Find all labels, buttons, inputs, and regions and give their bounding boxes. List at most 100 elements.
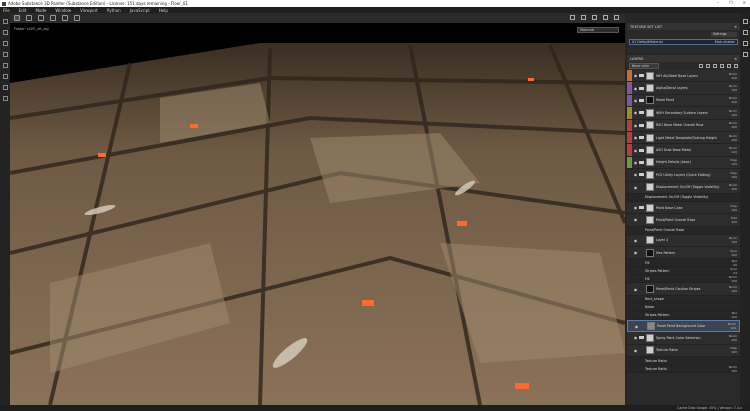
close-icon[interactable]: ✕: [734, 25, 737, 29]
eye-icon[interactable]: ◉: [632, 123, 639, 128]
paint-brush-icon[interactable]: [2, 19, 8, 24]
eye-icon[interactable]: ◉: [632, 148, 639, 153]
opacity-value[interactable]: 100: [726, 76, 737, 80]
history-icon[interactable]: [742, 52, 748, 57]
layer-row[interactable]: ◉ Texture Ratio Disp 100: [627, 344, 740, 358]
layer-row[interactable]: Fill Mul 20: [627, 259, 740, 268]
opacity-value[interactable]: 100: [726, 138, 737, 142]
close-icon[interactable]: ✕: [734, 57, 737, 61]
layer-row[interactable]: ◉ Panel Paint Norm 100: [627, 94, 740, 108]
screenshot-icon[interactable]: [614, 15, 619, 20]
layer-row[interactable]: ◉ RSO Base Metal Overall Rust Norm 100: [627, 119, 740, 132]
layer-row[interactable]: ◉ Hex Pattern Sum 100: [627, 247, 740, 260]
layer-row[interactable]: Texture Ratio: [627, 357, 740, 366]
eye-icon[interactable]: ◉: [632, 73, 639, 78]
eye-icon[interactable]: ◉: [632, 335, 639, 340]
bake-icon[interactable]: [2, 96, 8, 101]
menu-python[interactable]: Python: [107, 8, 121, 13]
opacity-value[interactable]: 100: [726, 113, 737, 117]
layer-row[interactable]: ◉ Height Details (base) Disp 100: [627, 156, 740, 170]
opacity-value[interactable]: 100: [726, 125, 737, 129]
opacity-value[interactable]: 100: [726, 187, 737, 191]
settings-icon[interactable]: [74, 15, 80, 21]
add-effect-icon[interactable]: [699, 64, 703, 68]
layer-row[interactable]: Paint/Paint Overall Base: [627, 226, 740, 235]
polygon-fill-icon[interactable]: [2, 52, 8, 57]
eye-icon[interactable]: ◉: [632, 86, 639, 91]
opacity-value[interactable]: 100: [726, 350, 737, 354]
layer-row[interactable]: ◉ Paint/Paint Overall Base Filte 100: [627, 214, 740, 227]
layer-row[interactable]: ◉ WSH Secondary Surface Layers Norm 100: [627, 107, 740, 120]
layer-row[interactable]: ◉ Layer 2 Norm 100: [627, 234, 740, 248]
opacity-value[interactable]: 100: [726, 279, 737, 283]
eye-icon[interactable]: ◉: [632, 110, 639, 115]
pause-icon[interactable]: [570, 15, 575, 20]
opacity-value[interactable]: 100: [726, 162, 737, 166]
delete-icon[interactable]: [734, 64, 738, 68]
projection-icon[interactable]: [2, 41, 8, 46]
layer-row[interactable]: Stripes Pattern Sum 24: [627, 267, 740, 276]
layer-row[interactable]: ◉ PCS Utility Layers (Quick Editing) Disp 1…: [627, 169, 740, 182]
add-mask-icon[interactable]: [706, 64, 710, 68]
add-folder-icon[interactable]: [727, 64, 731, 68]
eye-icon[interactable]: ◉: [633, 324, 640, 329]
menu-help[interactable]: Help: [159, 8, 168, 13]
opacity-value[interactable]: 100: [726, 240, 737, 244]
opacity-value[interactable]: 100: [726, 338, 737, 342]
layer-row[interactable]: Noise: [627, 303, 740, 312]
opacity-value[interactable]: 100: [726, 100, 737, 104]
align-icon[interactable]: [50, 15, 56, 21]
menu-window[interactable]: Window: [55, 8, 71, 13]
layer-row[interactable]: Texture Ratio Norm 100: [627, 365, 740, 374]
menu-file[interactable]: File: [3, 8, 10, 13]
layer-row[interactable]: ◉ Panel Paint Background Color Norm 100: [627, 319, 740, 333]
display-mode-select[interactable]: Material: [577, 27, 619, 33]
layer-row[interactable]: Rect_shape: [627, 295, 740, 304]
texture-set-icon[interactable]: [742, 19, 748, 24]
layer-row[interactable]: ◉ Panel/Paint Caution Stripes Norm 100: [627, 283, 740, 296]
layer-row[interactable]: ◉ Alpha/Decal Layers Norm 100: [627, 82, 740, 95]
layer-row[interactable]: ◉ Displacement On/Off (Toggle Visibility)…: [627, 181, 740, 194]
frame-icon[interactable]: [62, 15, 68, 21]
video-icon[interactable]: [603, 15, 608, 20]
settings-dropdown[interactable]: Settings: [711, 32, 737, 37]
smudge-icon[interactable]: [2, 63, 8, 68]
menu-edit[interactable]: Edit: [19, 8, 27, 13]
eye-icon[interactable]: ◉: [632, 135, 639, 140]
layer-row[interactable]: ◉ Light Metal Toneplate/Grating Height Nor…: [627, 131, 740, 145]
eye-icon[interactable]: ◉: [632, 238, 639, 243]
symmetry-icon[interactable]: [38, 15, 44, 21]
eye-icon[interactable]: ◉: [632, 348, 639, 353]
maximize-button[interactable]: ❐: [729, 0, 733, 5]
layer-row[interactable]: Fill Norm 100: [627, 275, 740, 284]
shelf-icon[interactable]: [742, 41, 748, 46]
opacity-value[interactable]: 100: [725, 326, 736, 330]
eye-icon[interactable]: ◉: [632, 98, 639, 103]
opacity-value[interactable]: 100: [726, 369, 737, 373]
layer-row[interactable]: Displacement On/Off (Toggle Visibility): [627, 193, 740, 202]
eraser-icon[interactable]: [2, 30, 8, 35]
add-fill-layer-icon[interactable]: [720, 64, 724, 68]
camera-view-icon[interactable]: [581, 15, 586, 20]
opacity-value[interactable]: 100: [726, 208, 737, 212]
layout-columns-icon[interactable]: [26, 15, 32, 21]
eye-icon[interactable]: ◉: [632, 160, 639, 165]
opacity-value[interactable]: 100: [726, 315, 737, 319]
opacity-value[interactable]: 100: [726, 88, 737, 92]
properties-icon[interactable]: [742, 30, 748, 35]
menu-javascript[interactable]: JavaScript: [130, 8, 150, 13]
shader-name[interactable]: Main shader: [715, 40, 735, 44]
layer-row[interactable]: ◉ ASO Dust Base Metal Norm 100: [627, 144, 740, 157]
opacity-value[interactable]: 100: [726, 289, 737, 293]
light-icon[interactable]: [592, 15, 597, 20]
eye-icon[interactable]: ◉: [632, 250, 639, 255]
eye-icon[interactable]: ◉: [632, 287, 639, 292]
clone-icon[interactable]: [2, 74, 8, 79]
layout-grid-icon[interactable]: [14, 15, 20, 21]
opacity-value[interactable]: 100: [726, 220, 737, 224]
opacity-value[interactable]: 100: [726, 175, 737, 179]
channel-select[interactable]: Base color: [629, 63, 659, 69]
menu-viewport[interactable]: Viewport: [80, 8, 98, 13]
menu-mode[interactable]: Mode: [35, 8, 46, 13]
minimize-button[interactable]: –: [717, 0, 719, 5]
